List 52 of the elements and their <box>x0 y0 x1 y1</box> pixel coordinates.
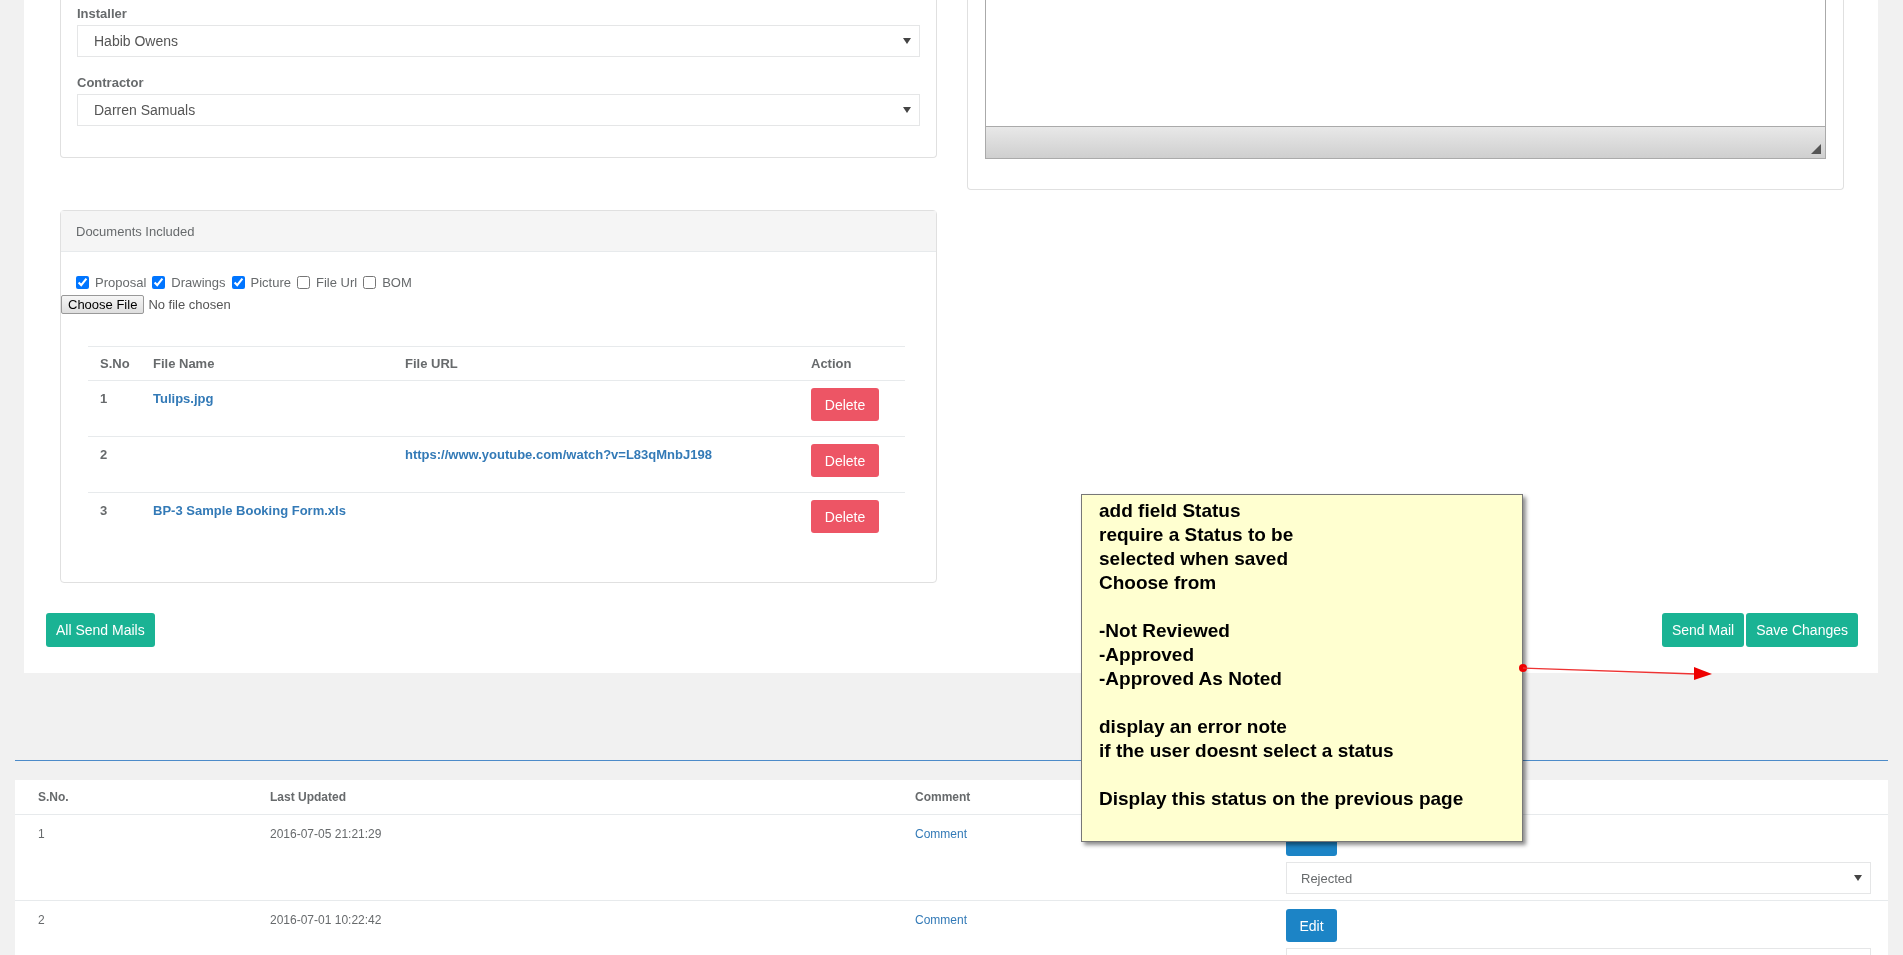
installer-select[interactable]: Habib Owens <box>77 25 920 57</box>
resize-handle-icon[interactable] <box>1811 144 1821 154</box>
column-header: S.No. <box>38 790 69 804</box>
table-cell: 2016-07-05 21:21:29 <box>270 827 382 841</box>
table-cell: 3 <box>100 503 108 518</box>
checkbox-label: Drawings <box>171 274 226 290</box>
column-header: Action <box>811 356 853 371</box>
contractor-select[interactable]: Darren Samuals <box>77 94 920 126</box>
note-text: Display this status on the previous page <box>1099 787 1465 811</box>
delete-button[interactable]: Delete <box>811 388 879 421</box>
delete-button[interactable]: Delete <box>811 444 879 477</box>
table-cell: 2 <box>38 913 45 927</box>
checkbox-label: Picture <box>250 274 291 290</box>
checkbox-label: BOM <box>382 274 412 290</box>
save-changes-button[interactable]: Save Changes <box>1746 613 1858 647</box>
caret-icon <box>903 38 911 44</box>
url-link[interactable]: https://www.youtube.com/watch?v=L83qMnbJ198 <box>405 447 712 462</box>
send-mail-button[interactable]: Send Mail <box>1661 613 1745 647</box>
column-header: Comment <box>915 790 971 804</box>
column-header: File Name <box>153 356 216 371</box>
caret-icon <box>1854 875 1862 881</box>
checkbox[interactable] <box>296 275 310 289</box>
checkbox-label: File Url <box>315 274 358 290</box>
note-text: display an error note if the user doesnt select a status <box>1099 715 1395 763</box>
table-cell: 1 <box>38 827 45 841</box>
field-label: Installer <box>77 6 128 23</box>
table-cell: 2 <box>100 447 108 462</box>
file-status: No file chosen <box>148 297 231 312</box>
checkbox[interactable] <box>152 275 166 289</box>
status-select[interactable]: Rejected <box>1286 862 1871 894</box>
column-header: File URL <box>405 356 459 371</box>
table-cell: 1 <box>100 391 108 406</box>
field-label: Contractor <box>77 75 145 92</box>
file-link[interactable]: BP-3 Sample Booking Form.xls <box>153 503 346 518</box>
send-all-mails-button[interactable]: All Send Mails <box>46 613 155 647</box>
card-title: Documents Included <box>61 211 936 252</box>
checkbox-label: Proposal <box>95 274 147 290</box>
checkbox[interactable] <box>231 275 245 289</box>
delete-button[interactable]: Delete <box>811 500 879 533</box>
checkbox[interactable] <box>363 275 377 289</box>
column-header: S.No <box>100 356 131 371</box>
caret-icon <box>903 107 911 113</box>
edit-button[interactable]: Edit <box>1286 909 1337 942</box>
file-link[interactable]: Tulips.jpg <box>153 391 214 406</box>
column-header: Last Updated <box>270 790 346 804</box>
checkbox[interactable] <box>76 275 89 289</box>
note-text: -Not Reviewed -Approved -Approved As Noted <box>1099 619 1283 691</box>
choose-file-button[interactable]: Choose File <box>61 295 145 314</box>
note-text: add field Status require a Status to be selected when saved Choose from <box>1099 499 1295 595</box>
table-cell: 2016-07-01 10:22:42 <box>270 913 382 927</box>
comment-link[interactable]: Comment <box>915 827 967 841</box>
comment-link[interactable]: Comment <box>915 913 967 927</box>
